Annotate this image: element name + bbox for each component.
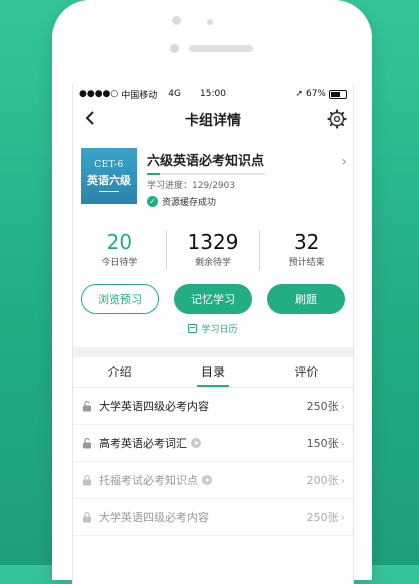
deck-cover: CET-6 英语六级 xyxy=(81,148,137,204)
check-icon: ✓ xyxy=(147,196,158,207)
stat-remaining-label: 剩余待学 xyxy=(195,258,232,268)
chevron-right-icon: › xyxy=(340,510,345,524)
list-item-name: 大学英语四级必考内容 xyxy=(99,511,209,524)
list-item[interactable]: 托福考试必考知识点 200张 › xyxy=(73,462,353,499)
browse-button[interactable]: 浏览预习 xyxy=(81,284,159,314)
cover-cn: 英语六级 xyxy=(87,174,131,187)
stat-end-label: 预计结束 xyxy=(288,258,325,268)
chevron-right-icon[interactable]: › xyxy=(341,154,347,170)
lock-icon xyxy=(83,511,91,523)
deck-name: 六级英语必考知识点 xyxy=(147,154,265,169)
progress-fill xyxy=(147,173,160,175)
cover-divider xyxy=(99,191,119,192)
stat-remaining: 1329 剩余待学 xyxy=(167,230,261,270)
play-icon[interactable] xyxy=(202,475,212,485)
progress-text: 学习进度：129/2903 xyxy=(147,181,236,191)
play-icon[interactable] xyxy=(191,438,201,448)
cache-status: ✓ 资源缓存成功 xyxy=(147,195,345,208)
calendar-icon xyxy=(188,324,198,333)
list-item-name: 大学英语四级必考内容 xyxy=(99,400,209,413)
cache-status-label: 资源缓存成功 xyxy=(162,198,217,208)
battery-icon xyxy=(329,89,347,99)
list-item-count: 250张 xyxy=(306,511,339,524)
status-time: 15:00 xyxy=(200,89,226,99)
cover-en: CET-6 xyxy=(94,160,124,170)
tab-reviews[interactable]: 评价 xyxy=(260,357,353,387)
stat-end-value: 32 xyxy=(293,230,320,254)
chevron-right-icon: › xyxy=(340,473,345,487)
deck-card[interactable]: CET-6 英语六级 六级英语必考知识点 学习进度：129/2903 ✓ 资源缓… xyxy=(73,136,353,220)
chevron-right-icon: › xyxy=(340,436,345,450)
catalog-list: 大学英语四级必考内容 250张 › 高考英语必考词汇 150张 › 托福考试必考… xyxy=(73,388,353,536)
stat-end: 32 预计结束 xyxy=(260,230,353,270)
list-item-count: 200张 xyxy=(306,474,339,487)
list-item[interactable]: 大学英语四级必考内容 250张 › xyxy=(73,388,353,425)
stat-today-value: 20 xyxy=(106,230,133,254)
drill-button[interactable]: 刷题 xyxy=(267,284,345,314)
progress-bar xyxy=(147,173,265,175)
page-title: 卡组详情 xyxy=(185,113,241,129)
phone-bezel-top xyxy=(52,0,372,84)
stat-today-label: 今日待学 xyxy=(101,258,138,268)
deck-info: 六级英语必考知识点 学习进度：129/2903 ✓ 资源缓存成功 xyxy=(147,148,345,220)
list-item-name: 高考英语必考词汇 xyxy=(99,437,187,450)
chevron-right-icon: › xyxy=(340,399,345,413)
list-item[interactable]: 高考英语必考词汇 150张 › xyxy=(73,425,353,462)
front-camera xyxy=(170,44,179,53)
lock-icon xyxy=(83,474,91,486)
calendar-label: 学习日历 xyxy=(201,325,238,335)
list-item-count: 250张 xyxy=(306,400,339,413)
list-item-name: 托福考试必考知识点 xyxy=(99,474,198,487)
status-bar: ●●●●○ 中国移动 4G 15:00 ➚ 67% xyxy=(73,84,353,104)
nav-bar: 卡组详情 xyxy=(73,104,353,136)
unlock-icon xyxy=(83,437,91,449)
calendar-link[interactable]: 学习日历 xyxy=(73,322,353,335)
unlock-icon xyxy=(83,400,91,412)
memorize-button[interactable]: 记忆学习 xyxy=(174,284,252,314)
gear-icon[interactable] xyxy=(327,109,349,131)
section-gap xyxy=(73,347,353,357)
phone-frame: ●●●●○ 中国移动 4G 15:00 ➚ 67% 卡组详情 CET-6 英语六… xyxy=(52,0,372,584)
camera-dot xyxy=(172,16,181,25)
action-buttons: 浏览预习 记忆学习 刷题 xyxy=(73,284,353,314)
app-screen: ●●●●○ 中国移动 4G 15:00 ➚ 67% 卡组详情 CET-6 英语六… xyxy=(72,84,354,584)
chevron-left-icon[interactable] xyxy=(79,108,101,130)
tab-catalog[interactable]: 目录 xyxy=(166,357,259,387)
list-item-count: 150张 xyxy=(306,437,339,450)
speaker-grille xyxy=(189,45,253,52)
tab-intro[interactable]: 介绍 xyxy=(73,357,166,387)
stat-today: 20 今日待学 xyxy=(73,230,167,270)
list-item[interactable]: 大学英语四级必考内容 250张 › xyxy=(73,499,353,536)
stat-remaining-value: 1329 xyxy=(187,230,239,254)
stats-row: 20 今日待学 1329 剩余待学 32 预计结束 xyxy=(73,230,353,274)
tab-bar: 介绍 目录 评价 xyxy=(73,357,353,388)
sensor-dot xyxy=(207,19,213,25)
